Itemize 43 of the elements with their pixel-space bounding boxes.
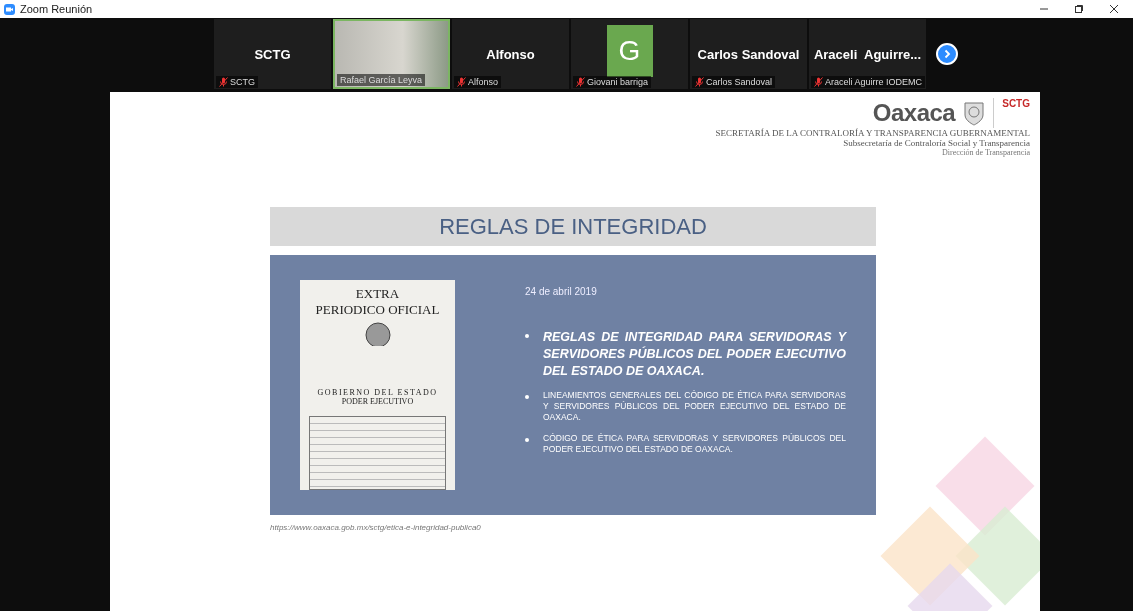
close-icon [1109,4,1119,14]
newspaper-text: EXTRA [355,286,400,302]
bullet-text: CÓDIGO DE ÉTICA PARA SERVIDORAS Y SERVIDORES PÚBLICOS DEL PODER EJECUTIVO DEL ESTADO DE OAXACA. [543,432,846,455]
participant-name: Carlos Sandoval [697,46,800,62]
bullet-icon [525,437,529,442]
header-text: Subsecretaría de Contraloría Social y Transparencia [843,138,1030,148]
date-text: 24 de abril 2019 [525,286,598,297]
bullet-text: LINEAMIENTOS GENERALES DEL CÓDIGO DE ÉTICA PARA SERVIDORAS Y SERVIDORES PÚBLICOS DEL PODER EJECUTIVO DEL ESTADO DE OAXACA. [543,389,846,423]
participant-tile[interactable]: G Giovani barriga [571,19,688,89]
bullet-icon [525,334,529,338]
participant-label: Araceli Aguirre IODEMC [825,77,923,87]
avatar: G [606,25,653,77]
newspaper-text: PODER EJECUTIVO [341,396,414,406]
logo-text: Oaxaca [872,99,956,127]
coat-of-arms-icon [963,100,986,126]
window-title: Zoom Reunión [20,3,94,15]
participant-tile[interactable]: Carlos Sandoval Carlos Sandoval [690,19,807,89]
participant-label: Rafael García Leyva [340,75,423,85]
participant-tile[interactable]: Rafael García Leyva [333,19,450,89]
participant-name: Alfonso [486,46,535,62]
participant-tile[interactable]: Alfonso Alfonso [452,19,569,89]
participant-label: Giovani barriga [587,77,649,87]
seal-icon [364,322,391,346]
participant-name: SCTG [254,46,291,62]
participant-tile[interactable]: Araceli Aguirre... Araceli Aguirre IODEMC [809,19,926,89]
bullet-icon [525,394,529,399]
next-page-button[interactable] [936,43,958,65]
header-text: Dirección de Transparencia [942,148,1030,157]
header-text: SECRETARÍA DE LA CONTRALORÍA Y TRANSPARENCIA GUBERNAMENTAL [715,128,1030,138]
chevron-right-icon [942,49,952,59]
logo-badge: SCTG [993,98,1030,128]
newspaper-text: PERIODICO OFICIAL [315,302,440,318]
participant-name: Araceli Aguirre... [813,46,922,62]
app-icon [4,3,15,15]
newspaper-text: GOBIERNO DEL ESTADO [317,387,438,397]
restore-icon [1074,4,1084,14]
bullet-text: REGLAS DE INTEGRIDAD PARA SERVIDORAS Y SERVIDORES PÚBLICOS DEL PODER EJECUTIVO DEL ESTADO DE OAXACA. [543,329,846,380]
participant-label: Alfonso [468,77,499,87]
participant-label: Carlos Sandoval [706,77,773,87]
source-url: https://www.oaxaca.gob.mx/sctg/etica-e-integridad-publica0 [270,523,482,532]
slide-title: REGLAS DE INTEGRIDAD [270,207,876,246]
participant-tile[interactable]: SCTG SCTG [214,19,331,89]
participant-label: SCTG [230,77,255,87]
